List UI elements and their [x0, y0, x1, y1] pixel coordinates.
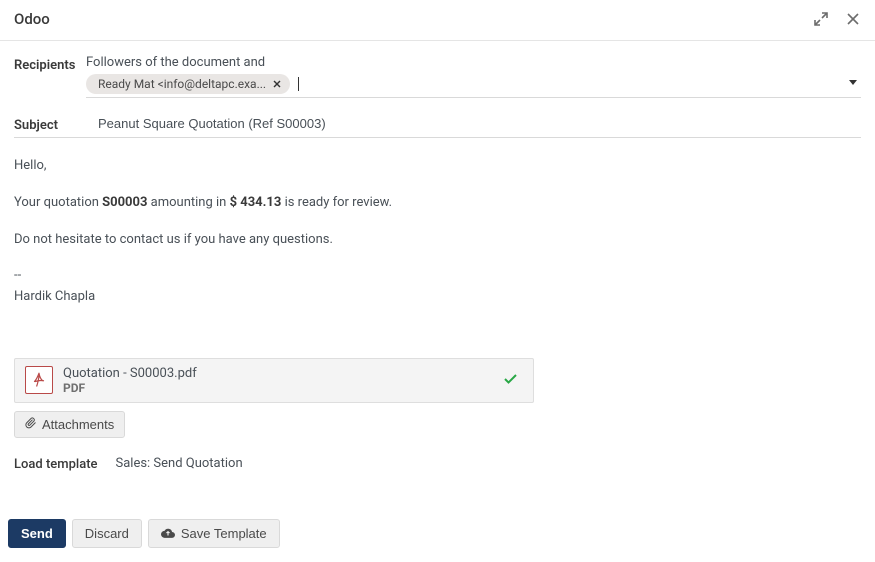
text-cursor [298, 77, 299, 91]
subject-input[interactable] [86, 112, 861, 135]
message-greeting: Hello, [14, 156, 861, 177]
expand-icon[interactable] [813, 11, 829, 27]
recipient-pill[interactable]: Ready Mat <info@deltapc.exa... [86, 74, 290, 94]
cloud-upload-icon [161, 526, 175, 541]
message-line1-suffix: is ready for review. [281, 195, 392, 210]
message-line2: Do not hesitate to contact us if you hav… [14, 230, 861, 251]
pill-remove-icon[interactable] [272, 79, 282, 89]
send-button-label: Send [21, 526, 53, 541]
save-template-button-label: Save Template [181, 526, 267, 541]
load-template-label: Load template [14, 457, 98, 472]
save-template-button[interactable]: Save Template [148, 519, 280, 548]
load-template-row: Load template Sales: Send Quotation [14, 456, 861, 473]
recipients-label: Recipients [14, 55, 86, 73]
header-actions [813, 11, 861, 27]
email-compose-modal: Odoo Recipients Followers [0, 0, 875, 562]
recipient-input-row[interactable]: Ready Mat <info@deltapc.exa... [86, 74, 861, 98]
subject-label: Subject [14, 115, 86, 133]
attachments-button-label: Attachments [42, 417, 114, 432]
discard-button-label: Discard [85, 526, 129, 541]
signature-name: Hardik Chapla [14, 287, 861, 308]
attachment-name: Quotation - S00003.pdf [63, 366, 494, 381]
modal-body: Recipients Followers of the document and… [0, 41, 875, 507]
recipients-row: Recipients Followers of the document and… [14, 55, 861, 98]
modal-header: Odoo [0, 0, 875, 41]
message-body[interactable]: Hello, Your quotation S00003 amounting i… [14, 156, 861, 308]
followers-text: Followers of the document and [86, 55, 861, 70]
attachment-card[interactable]: Quotation - S00003.pdf PDF [14, 358, 534, 403]
attachment-type: PDF [63, 381, 494, 395]
close-icon[interactable] [845, 11, 861, 27]
subject-row: Subject [14, 112, 861, 138]
recipient-pill-text: Ready Mat <info@deltapc.exa... [98, 77, 266, 91]
pdf-icon [25, 366, 53, 394]
signature-dashes: -- [14, 266, 861, 287]
attachment-info: Quotation - S00003.pdf PDF [63, 366, 494, 395]
recipients-dropdown-icon[interactable] [849, 77, 857, 88]
message-main-line: Your quotation S00003 amounting in $ 434… [14, 193, 861, 214]
message-line1-mid: amounting in [147, 195, 229, 210]
modal-footer: Send Discard Save Template [0, 507, 875, 562]
message-amount: $ 434.13 [230, 195, 282, 210]
message-quotation-ref: S00003 [102, 195, 147, 210]
paperclip-icon [25, 417, 37, 432]
modal-title: Odoo [14, 10, 50, 28]
message-line1-prefix: Your quotation [14, 195, 102, 210]
attachments-button[interactable]: Attachments [14, 411, 125, 438]
template-select[interactable]: Sales: Send Quotation [116, 456, 243, 473]
recipients-content: Followers of the document and Ready Mat … [86, 55, 861, 98]
signature-block: -- Hardik Chapla [14, 266, 861, 308]
recipient-text-input[interactable] [294, 77, 861, 91]
discard-button[interactable]: Discard [72, 519, 142, 548]
send-button[interactable]: Send [8, 519, 66, 548]
attachment-check-icon [504, 373, 517, 388]
